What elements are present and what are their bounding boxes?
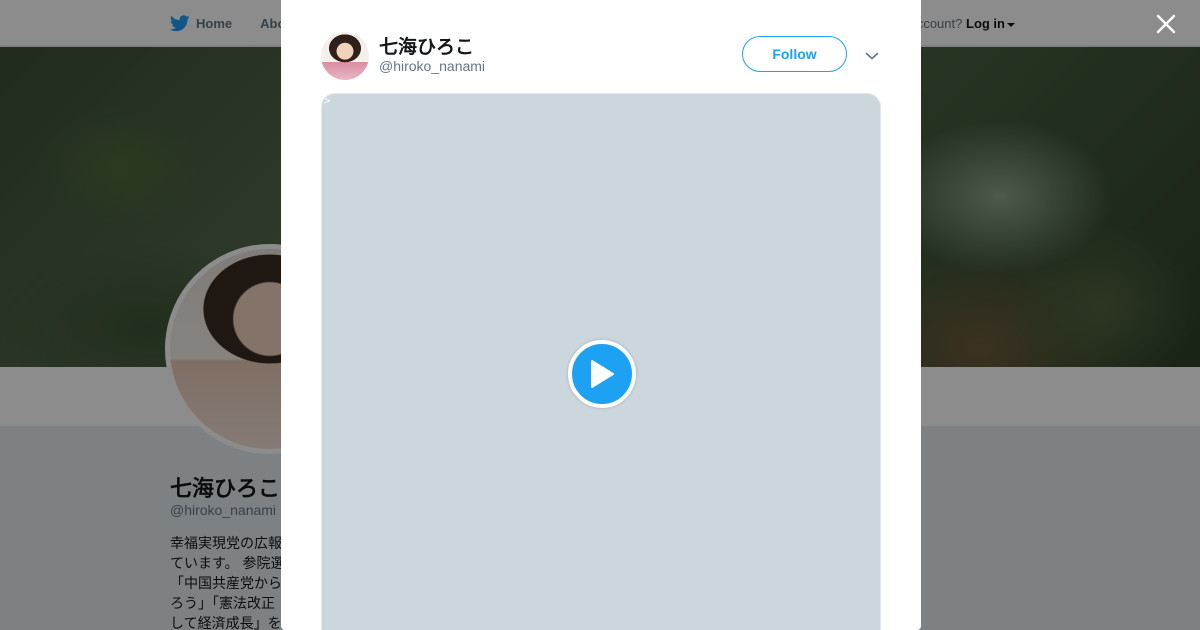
close-icon (1156, 14, 1176, 34)
tweet-options-button[interactable] (865, 48, 879, 60)
play-icon (591, 360, 614, 388)
chevron-down-icon (865, 52, 879, 60)
follow-button[interactable]: Follow (742, 36, 847, 72)
stray-text: > (324, 94, 331, 107)
tweet-author-name[interactable]: 七海ひろこ (379, 32, 474, 59)
close-button[interactable] (1154, 12, 1178, 36)
tweet-author-handle[interactable]: @hiroko_nanami (379, 58, 485, 74)
tweet-modal: 七海ひろこ @hiroko_nanami Follow > (281, 0, 921, 630)
play-button[interactable] (568, 340, 636, 408)
avatar[interactable] (321, 32, 369, 80)
video-player[interactable]: > (321, 93, 881, 630)
